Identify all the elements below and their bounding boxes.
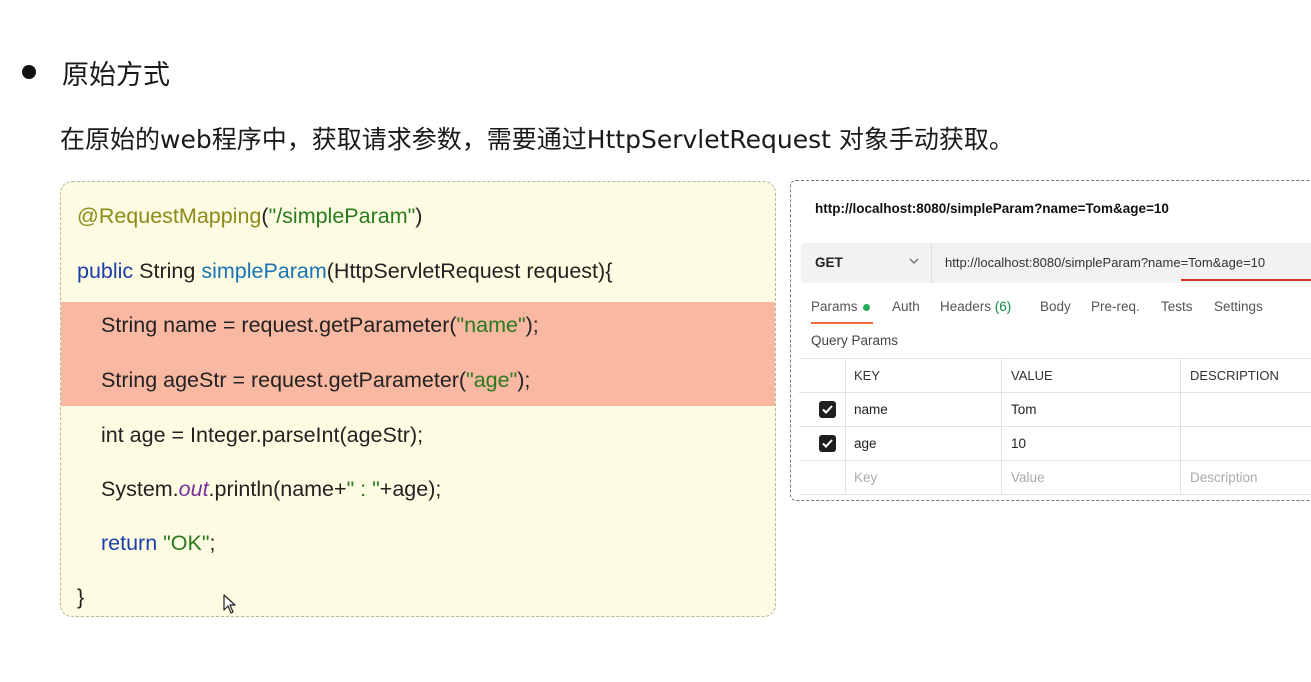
section-description: 在原始的web程序中，获取请求参数，需要通过HttpServletRequest… — [60, 125, 1014, 154]
checkbox-checked-icon[interactable] — [819, 435, 836, 452]
field-token: out — [178, 477, 209, 501]
code-line-return: return "OK"; — [101, 531, 215, 556]
new-key-input[interactable]: Key — [854, 461, 877, 494]
tab-tests[interactable]: Tests — [1161, 299, 1193, 314]
table-row: name Tom — [799, 393, 1311, 427]
column-divider — [845, 461, 846, 494]
column-header-key: KEY — [854, 368, 881, 383]
code-token: .println(name+ — [208, 477, 347, 501]
mouse-cursor-icon — [223, 594, 236, 614]
request-url-bar: GET http://localhost:8080/simpleParam?na… — [801, 243, 1311, 283]
headers-count-badge: (6) — [994, 299, 1012, 314]
code-token: String name = request.getParameter( — [101, 313, 457, 337]
param-value-cell[interactable]: 10 — [1011, 427, 1026, 460]
chevron-down-icon[interactable] — [909, 256, 919, 266]
code-token: ; — [209, 531, 216, 555]
column-divider — [1001, 359, 1002, 392]
column-divider — [845, 359, 846, 392]
params-token: (HttpServletRequest request){ — [326, 259, 613, 283]
params-active-dot-icon — [862, 303, 870, 311]
code-line-close-brace: } — [77, 585, 85, 609]
url-input[interactable]: http://localhost:8080/simpleParam?name=T… — [945, 243, 1265, 283]
url-query-underline — [1181, 279, 1311, 281]
method-select[interactable]: GET — [815, 243, 843, 283]
column-divider — [1001, 393, 1002, 426]
keyword-token: return — [101, 531, 158, 555]
section-heading: 原始方式 — [62, 59, 170, 91]
postman-panel: http://localhost:8080/simpleParam?name=T… — [790, 180, 1311, 501]
url-divider — [931, 243, 932, 283]
paren-token: ( — [261, 204, 269, 228]
code-line-get-age: String ageStr = request.getParameter("ag… — [101, 368, 530, 393]
type-token: String — [133, 259, 202, 283]
param-key-cell[interactable]: name — [854, 393, 888, 426]
checkbox-checked-icon[interactable] — [819, 401, 836, 418]
keyword-token: public — [77, 259, 134, 283]
column-divider — [845, 427, 846, 460]
code-line-println: System.out.println(name+" : "+age); — [101, 477, 441, 502]
string-token: "name" — [456, 313, 526, 337]
table-row: age 10 — [799, 427, 1311, 461]
string-token: "OK" — [157, 531, 210, 555]
table-row-placeholder: Key Value Description — [799, 461, 1311, 495]
tab-params[interactable]: Params — [811, 299, 870, 314]
code-line-signature: public String simpleParam(HttpServletReq… — [77, 259, 612, 284]
annotation-token: @RequestMapping — [77, 204, 262, 228]
request-title: http://localhost:8080/simpleParam?name=T… — [815, 201, 1169, 216]
column-header-description: DESCRIPTION — [1190, 368, 1279, 383]
table-header-row: KEY VALUE DESCRIPTION — [799, 359, 1311, 393]
column-header-value: VALUE — [1011, 368, 1053, 383]
paren-token: ) — [415, 204, 423, 228]
tab-prereq[interactable]: Pre-req. — [1091, 299, 1140, 314]
code-line-get-name: String name = request.getParameter("name… — [101, 313, 539, 338]
string-token: "/simpleParam" — [268, 204, 416, 228]
new-value-input[interactable]: Value — [1011, 461, 1045, 494]
tab-auth[interactable]: Auth — [892, 299, 920, 314]
code-token: ); — [517, 368, 531, 392]
tab-body[interactable]: Body — [1040, 299, 1071, 314]
tab-active-indicator — [811, 322, 873, 324]
params-table: KEY VALUE DESCRIPTION name Tom age 10 Ke… — [799, 358, 1311, 495]
column-divider — [1180, 393, 1181, 426]
column-divider — [845, 393, 846, 426]
string-token: "age" — [466, 368, 518, 392]
code-block: @RequestMapping("/simpleParam") public S… — [60, 181, 776, 617]
param-key-cell[interactable]: age — [854, 427, 877, 460]
column-divider — [1001, 461, 1002, 494]
tab-settings[interactable]: Settings — [1214, 299, 1263, 314]
code-token: String ageStr = request.getParameter( — [101, 368, 467, 392]
param-value-cell[interactable]: Tom — [1011, 393, 1037, 426]
string-token: " : " — [346, 477, 380, 501]
bullet-icon — [22, 65, 36, 79]
code-token: +age); — [379, 477, 442, 501]
tab-headers[interactable]: Headers (6) — [940, 299, 1011, 314]
column-divider — [1180, 359, 1181, 392]
method-name-token: simpleParam — [201, 259, 327, 283]
section-heading-row: 原始方式 — [22, 52, 170, 92]
code-line-parse-age: int age = Integer.parseInt(ageStr); — [101, 423, 424, 447]
code-token: System. — [101, 477, 179, 501]
code-line-annotation: @RequestMapping("/simpleParam") — [77, 204, 422, 229]
column-divider — [1180, 427, 1181, 460]
column-divider — [1180, 461, 1181, 494]
tab-headers-label: Headers — [940, 299, 992, 314]
column-divider — [1001, 427, 1002, 460]
tab-params-label: Params — [811, 299, 858, 314]
query-params-label: Query Params — [811, 333, 899, 348]
new-description-input[interactable]: Description — [1190, 461, 1258, 494]
code-token: ); — [525, 313, 539, 337]
